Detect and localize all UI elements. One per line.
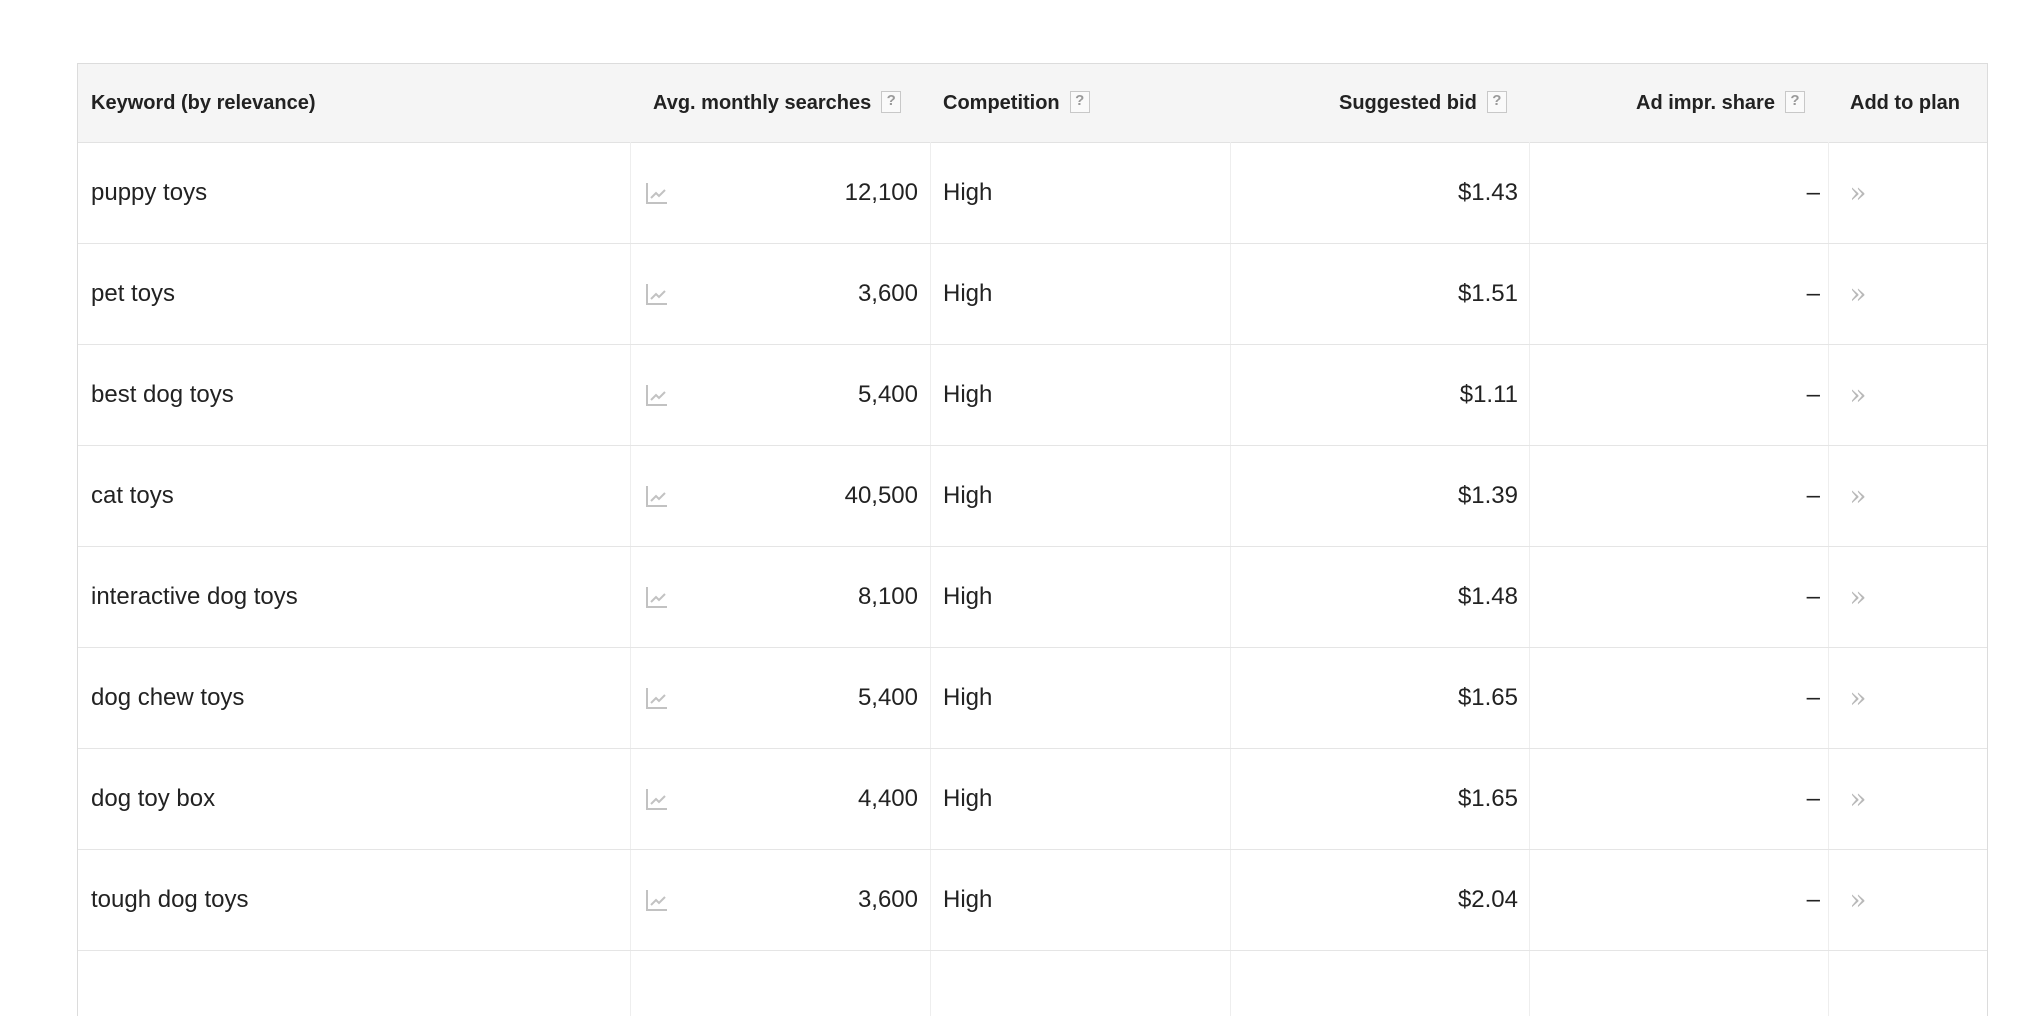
add-to-plan-icon[interactable]: » — [1808, 648, 1908, 748]
keyword-cell: best dog toys — [91, 381, 234, 408]
searches-cell: 5,400 — [857, 381, 918, 408]
bid-cell: $1.51 — [1457, 280, 1518, 307]
bid-cell: $1.65 — [1457, 785, 1518, 812]
table-row: dog chew toys 5,400 High $1.65 – » — [78, 648, 1987, 749]
share-cell: – — [1806, 482, 1820, 509]
searches-cell: 3,600 — [857, 886, 918, 913]
bid-cell: $2.04 — [1457, 886, 1518, 913]
column-header-ad-impr-share[interactable]: Ad impr. share? — [1636, 64, 1805, 142]
add-to-plan-icon[interactable]: » — [1808, 143, 1908, 243]
searches-cell: 5,400 — [857, 684, 918, 711]
keyword-ideas-table: Keyword (by relevance) Avg. monthly sear… — [77, 63, 1988, 1016]
searches-cell: 12,100 — [844, 179, 918, 206]
table-row: puppy toys 12,100 High $1.43 – » — [78, 143, 1987, 244]
share-cell: – — [1806, 280, 1820, 307]
column-header-avg-monthly-searches[interactable]: Avg. monthly searches? — [653, 64, 902, 142]
keyword-cell: tough dog toys — [91, 886, 249, 913]
keyword-cell: dog toy box — [91, 785, 216, 812]
keyword-cell: cat toys — [91, 482, 174, 509]
competition-cell: High — [943, 684, 993, 711]
searches-cell: 40,500 — [844, 482, 918, 509]
bid-cell: $1.48 — [1457, 583, 1518, 610]
competition-cell: High — [943, 886, 993, 913]
column-header-keyword[interactable]: Keyword (by relevance) — [91, 64, 316, 142]
share-cell: – — [1806, 179, 1820, 206]
bid-cell: $1.65 — [1457, 684, 1518, 711]
help-icon[interactable]: ? — [1486, 90, 1507, 113]
trend-chart-icon[interactable] — [645, 787, 669, 811]
trend-chart-icon[interactable] — [645, 686, 669, 710]
keyword-cell: interactive dog toys — [91, 583, 298, 610]
help-icon[interactable]: ? — [881, 90, 902, 113]
competition-cell: High — [943, 280, 993, 307]
trend-chart-icon[interactable] — [645, 888, 669, 912]
table-row: pet toys 3,600 High $1.51 – » — [78, 244, 1987, 345]
add-to-plan-icon[interactable]: » — [1808, 749, 1908, 849]
bid-cell: $1.39 — [1457, 482, 1518, 509]
competition-cell: High — [943, 583, 993, 610]
bid-cell: $1.43 — [1457, 179, 1518, 206]
column-header-suggested-bid[interactable]: Suggested bid? — [1339, 64, 1507, 142]
keyword-cell: puppy toys — [91, 179, 208, 206]
table-row: interactive dog toys 8,100 High $1.48 – … — [78, 547, 1987, 648]
add-to-plan-icon[interactable]: » — [1808, 446, 1908, 546]
table-row: cat toys 40,500 High $1.39 – » — [78, 446, 1987, 547]
trend-chart-icon[interactable] — [645, 484, 669, 508]
help-icon[interactable]: ? — [1784, 90, 1805, 113]
column-header-add-to-plan: Add to plan — [1850, 64, 1960, 142]
add-to-plan-icon[interactable]: » — [1808, 345, 1908, 445]
column-header-competition[interactable]: Competition? — [943, 64, 1090, 142]
searches-cell: 4,400 — [857, 785, 918, 812]
share-cell: – — [1806, 886, 1820, 913]
searches-cell: 8,100 — [857, 583, 918, 610]
competition-cell: High — [943, 381, 993, 408]
competition-cell: High — [943, 482, 993, 509]
trend-chart-icon[interactable] — [645, 585, 669, 609]
competition-cell: High — [943, 785, 993, 812]
bid-cell: $1.11 — [1459, 381, 1518, 408]
trend-chart-icon[interactable] — [645, 383, 669, 407]
trend-chart-icon[interactable] — [645, 282, 669, 306]
table-row: tough dog toys 3,600 High $2.04 – » — [78, 850, 1987, 951]
table-row: best dog toys 5,400 High $1.11 – » — [78, 345, 1987, 446]
add-to-plan-icon[interactable]: » — [1808, 244, 1908, 344]
add-to-plan-icon[interactable]: » — [1808, 850, 1908, 950]
column-header-add-label: Add to plan — [1850, 92, 1960, 114]
help-icon[interactable]: ? — [1069, 90, 1090, 113]
competition-cell: High — [943, 179, 993, 206]
searches-cell: 3,600 — [857, 280, 918, 307]
keyword-cell: dog chew toys — [91, 684, 245, 711]
column-header-searches-label: Avg. monthly searches — [653, 92, 872, 114]
share-cell: – — [1806, 785, 1820, 812]
column-header-share-label: Ad impr. share — [1636, 92, 1775, 114]
table-row: dog toy box 4,400 High $1.65 – » — [78, 749, 1987, 850]
add-to-plan-icon[interactable]: » — [1808, 547, 1908, 647]
column-header-bid-label: Suggested bid — [1339, 92, 1477, 114]
column-header-keyword-label: Keyword (by relevance) — [91, 92, 316, 114]
trend-chart-icon[interactable] — [645, 181, 669, 205]
table-header: Keyword (by relevance) Avg. monthly sear… — [78, 64, 1987, 143]
share-cell: – — [1806, 583, 1820, 610]
keyword-cell: pet toys — [91, 280, 176, 307]
share-cell: – — [1806, 684, 1820, 711]
share-cell: – — [1806, 381, 1820, 408]
column-header-competition-label: Competition — [943, 92, 1060, 114]
